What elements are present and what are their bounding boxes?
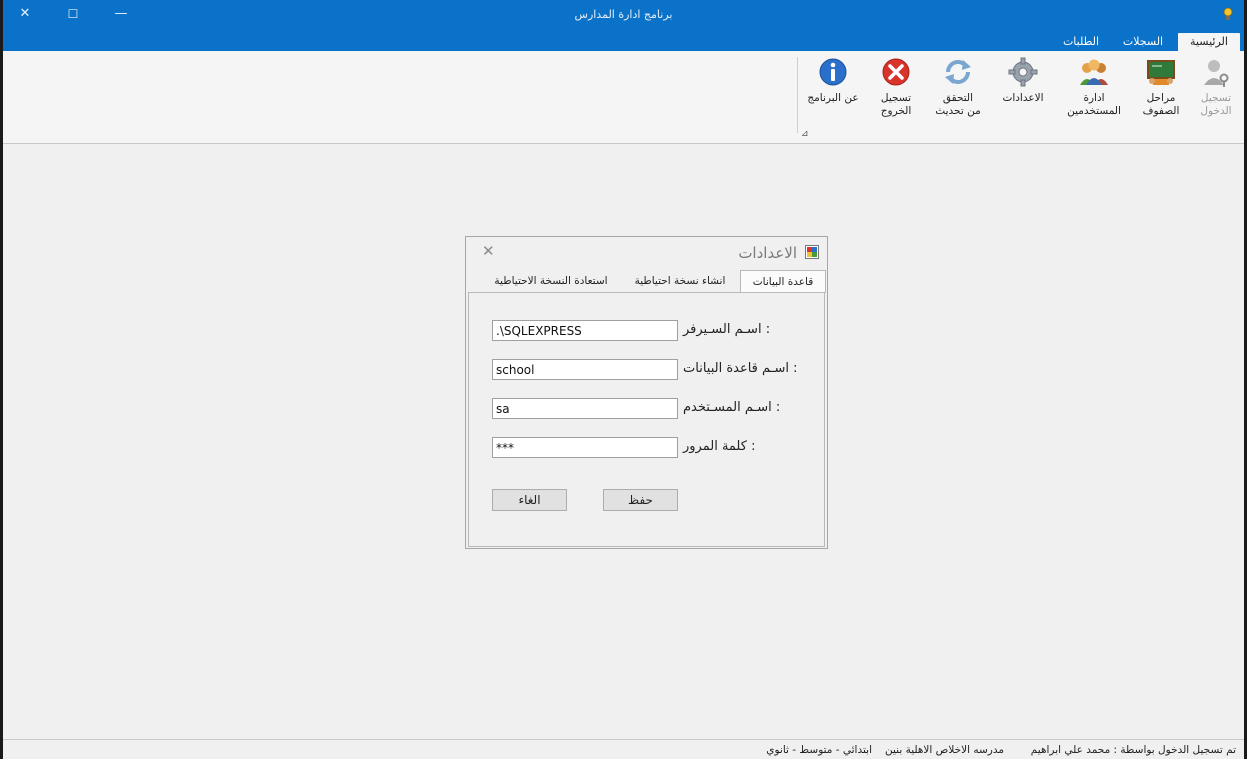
users-management-label-1: ادارة xyxy=(1083,92,1105,104)
close-circle-icon xyxy=(882,58,910,86)
classroom-icon xyxy=(1147,60,1175,85)
tab-home[interactable]: الرئيسية xyxy=(1178,33,1240,51)
refresh-icon xyxy=(945,60,971,84)
logout-label-1: تسجيل xyxy=(880,92,912,104)
password-label: كلمة المرور : xyxy=(683,439,756,454)
check-update-label-2: من تحديث xyxy=(935,105,981,117)
ribbon-group-separator xyxy=(797,57,798,133)
users-management-label-2: المستخدمين xyxy=(1067,105,1121,117)
logout-button[interactable]: تسجيل الخروج xyxy=(872,55,920,118)
ribbon-tab-strip: الرئيسية السجلات الطلبات xyxy=(3,30,1244,51)
info-icon xyxy=(819,58,847,86)
username-field[interactable] xyxy=(492,398,678,419)
tab-create-backup[interactable]: انشاء نسخة احتياطية xyxy=(624,270,736,292)
tab-restore-backup[interactable]: استعادة النسخة الاحتياطية xyxy=(480,270,622,292)
settings-dialog: الاعدادات ✕ قاعدة البيانات انشاء نسخة اح… xyxy=(465,236,828,549)
title-bar: ✕ ☐ — برنامج ادارة المدارس xyxy=(3,0,1244,30)
window-title: برنامج ادارة المدارس xyxy=(574,8,673,21)
server-name-field[interactable] xyxy=(492,320,678,341)
class-stages-label-2: الصفوف xyxy=(1142,105,1180,117)
class-stages-label-1: مراحل xyxy=(1146,92,1176,104)
ribbon-panel: تسجيل الدخول مراحل الصفوف ادارة المستخدم… xyxy=(3,51,1244,144)
server-label: اسـم السـيرفر : xyxy=(683,322,771,337)
logout-label-2: الخروج xyxy=(880,105,912,117)
app-lightbulb-icon xyxy=(1223,7,1233,20)
gear-icon xyxy=(1008,57,1038,87)
about-label: عن البرنامج xyxy=(807,92,859,104)
cancel-button[interactable]: الغاء xyxy=(492,489,567,511)
status-school-name: مدرسه الاخلاص الاهلية بنين xyxy=(885,744,1004,756)
users-group-icon xyxy=(1080,59,1108,85)
class-stages-button[interactable]: مراحل الصفوف xyxy=(1138,55,1184,118)
dialog-title: الاعدادات xyxy=(738,244,797,262)
login-label-1: تسجيل xyxy=(1200,92,1232,104)
check-update-button[interactable]: التحقق من تحديث xyxy=(929,55,987,118)
settings-button[interactable]: الاعدادات xyxy=(997,55,1049,105)
database-name-field[interactable] xyxy=(492,359,678,380)
user-key-icon xyxy=(1204,60,1229,87)
check-update-label-1: التحقق xyxy=(942,92,974,104)
about-button[interactable]: عن البرنامج xyxy=(803,55,863,105)
database-label: اسـم قاعدة البيانات : xyxy=(683,361,798,376)
login-label-2: الدخول xyxy=(1200,105,1232,117)
password-field[interactable] xyxy=(492,437,678,458)
tab-database[interactable]: قاعدة البيانات xyxy=(740,270,826,293)
status-logged-in-user: تم تسجيل الدخول بواسطة : محمد علي ابراهي… xyxy=(1030,744,1236,756)
login-button[interactable]: تسجيل الدخول xyxy=(1192,55,1240,118)
database-tab-panel: اسـم السـيرفر : اسـم قاعدة البيانات : اس… xyxy=(468,292,825,547)
settings-window-icon xyxy=(805,245,819,259)
app-window: ✕ ☐ — برنامج ادارة المدارس الرئيسية السج… xyxy=(3,0,1244,759)
settings-label: الاعدادات xyxy=(1002,92,1044,104)
tab-requests[interactable]: الطلبات xyxy=(1053,33,1109,51)
username-label: اسـم المسـتخدم : xyxy=(683,400,781,415)
status-bar: تم تسجيل الدخول بواسطة : محمد علي ابراهي… xyxy=(3,739,1244,759)
users-management-button[interactable]: ادارة المستخدمين xyxy=(1061,55,1127,118)
ribbon-group-launcher-icon[interactable]: ⊿ xyxy=(801,129,809,139)
save-button[interactable]: حفظ xyxy=(603,489,678,511)
dialog-close-button[interactable]: ✕ xyxy=(482,242,495,260)
tab-records[interactable]: السجلات xyxy=(1113,33,1173,51)
status-school-stages: ابتدائي - متوسط - ثانوي xyxy=(766,744,872,756)
